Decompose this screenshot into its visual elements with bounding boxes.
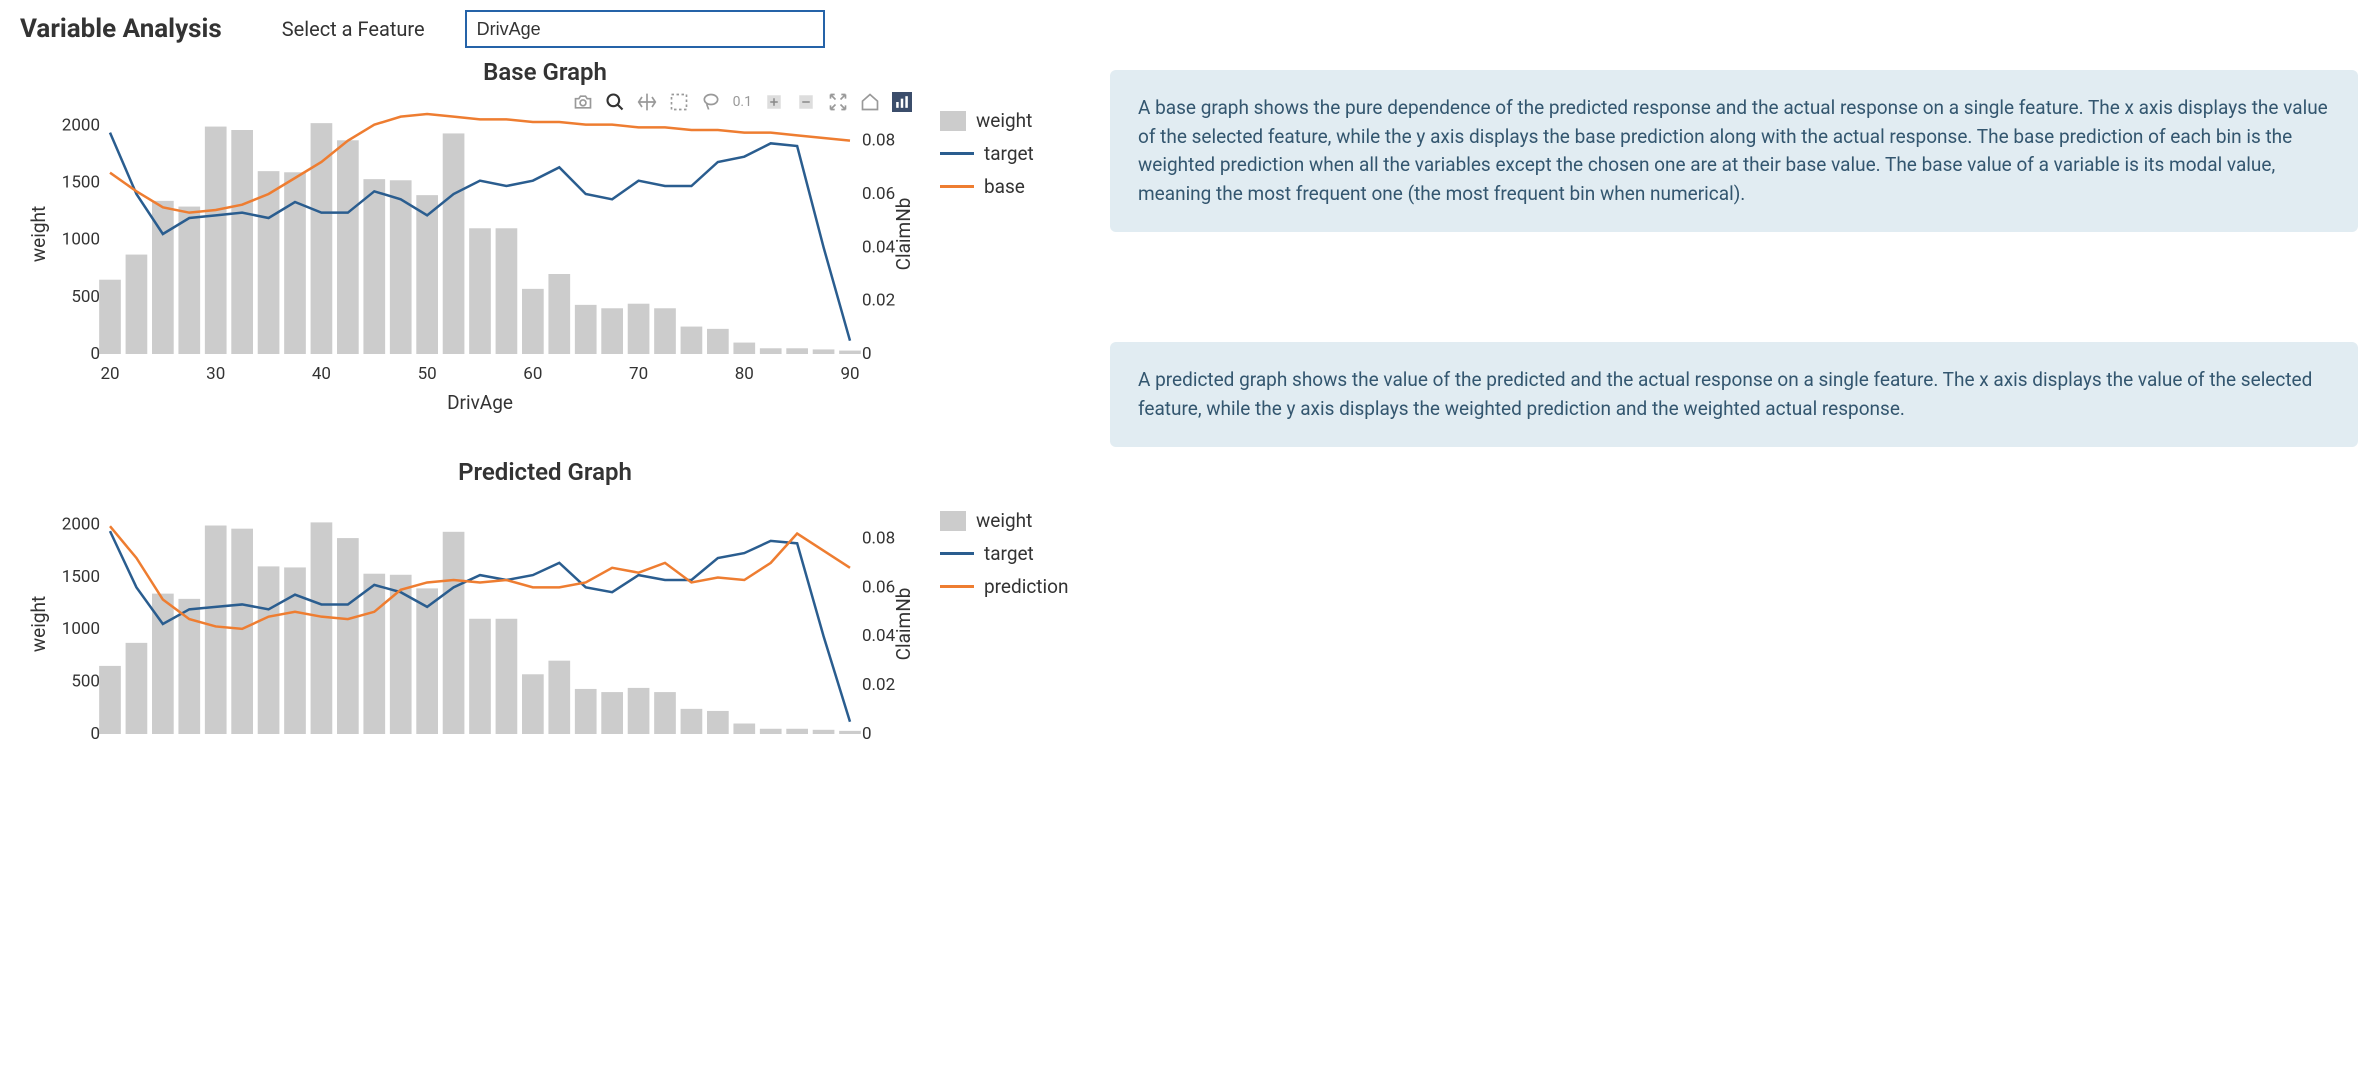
svg-text:weight: weight (27, 596, 50, 652)
legend-item[interactable]: base (940, 175, 1034, 198)
svg-text:weight: weight (27, 206, 50, 262)
svg-text:0: 0 (862, 344, 872, 364)
svg-text:DrivAge: DrivAge (447, 391, 513, 414)
svg-text:0: 0 (90, 724, 100, 744)
svg-text:1500: 1500 (62, 173, 100, 193)
lasso-icon[interactable] (701, 92, 721, 112)
legend-label: weight (976, 109, 1032, 132)
svg-text:60: 60 (523, 364, 542, 384)
zoom-icon[interactable] (605, 92, 625, 112)
svg-text:1500: 1500 (62, 567, 100, 587)
base-chart-svg[interactable]: 0 500 1000 1500 2000 0 0.02 0.04 0.06 0.08 20 30 40 5… (20, 94, 920, 424)
predicted-chart-title: Predicted Graph (20, 458, 1070, 486)
svg-text:500: 500 (71, 287, 100, 307)
svg-text:500: 500 (71, 672, 100, 692)
svg-text:0.06: 0.06 (862, 184, 895, 204)
svg-text:1000: 1000 (62, 230, 100, 250)
svg-text:40: 40 (312, 364, 331, 384)
home-icon[interactable] (860, 92, 880, 112)
legend-item[interactable]: weight (940, 509, 1068, 532)
zoom-out-icon[interactable] (796, 92, 816, 112)
svg-text:ClaimNb: ClaimNb (892, 588, 915, 661)
predicted-chart-svg[interactable]: 0 500 1000 1500 2000 0 0.02 0.04 0.06 0.08 weight C… (20, 494, 920, 744)
svg-text:0: 0 (862, 724, 872, 744)
legend-label: target (984, 142, 1034, 165)
svg-text:0: 0 (90, 344, 100, 364)
svg-text:80: 80 (735, 364, 754, 384)
select-box-icon[interactable] (669, 92, 689, 112)
zoom-in-icon[interactable] (764, 92, 784, 112)
scale-label: 0.1 (733, 94, 752, 110)
feature-dropdown[interactable] (465, 10, 825, 48)
camera-icon[interactable] (573, 92, 593, 112)
page-title: Variable Analysis (20, 14, 222, 44)
svg-text:ClaimNb: ClaimNb (892, 198, 915, 271)
svg-text:20: 20 (100, 364, 119, 384)
legend-swatch (940, 511, 966, 531)
autoscale-icon[interactable] (828, 92, 848, 112)
svg-text:0.08: 0.08 (862, 528, 895, 548)
predicted-info-box: A predicted graph shows the value of the… (1110, 342, 2358, 447)
svg-text:70: 70 (629, 364, 648, 384)
legend-item[interactable]: weight (940, 109, 1034, 132)
legend-swatch (940, 152, 974, 155)
svg-text:1000: 1000 (62, 619, 100, 639)
svg-text:2000: 2000 (62, 115, 100, 135)
legend-label: base (984, 175, 1025, 198)
svg-text:0.08: 0.08 (862, 131, 895, 151)
chart-toolbar: 0.1 (573, 92, 912, 112)
base-info-box: A base graph shows the pure dependence o… (1110, 70, 2358, 232)
legend-swatch (940, 111, 966, 131)
legend-item[interactable]: target (940, 142, 1034, 165)
legend-swatch (940, 185, 974, 188)
svg-text:30: 30 (206, 364, 225, 384)
legend-item[interactable]: target (940, 542, 1068, 565)
legend-label: target (984, 542, 1034, 565)
svg-text:90: 90 (840, 364, 859, 384)
svg-text:0.02: 0.02 (862, 291, 895, 311)
legend-label: prediction (984, 575, 1068, 598)
legend-swatch (940, 552, 974, 555)
svg-text:2000: 2000 (62, 514, 100, 534)
predicted-chart-block: Predicted Graph 0 500 1000 1500 2000 0 0.02 0.0… (20, 458, 1070, 748)
svg-text:50: 50 (418, 364, 437, 384)
plotly-logo-icon[interactable] (892, 92, 912, 112)
legend-item[interactable]: prediction (940, 575, 1068, 598)
feature-label: Select a Feature (282, 17, 425, 41)
pan-icon[interactable] (637, 92, 657, 112)
legend-swatch (940, 585, 974, 588)
base-chart-legend: weight target base (920, 94, 1034, 428)
feature-selector: Select a Feature (282, 10, 825, 48)
legend-label: weight (976, 509, 1032, 532)
svg-text:0.06: 0.06 (862, 577, 895, 597)
svg-text:0.02: 0.02 (862, 675, 895, 695)
base-chart-title: Base Graph (20, 58, 1070, 86)
svg-text:0.04: 0.04 (862, 237, 896, 257)
svg-text:0.04: 0.04 (862, 626, 896, 646)
base-chart-block: Base Graph (20, 58, 1070, 428)
header-row: Variable Analysis Select a Feature (20, 10, 1070, 48)
predicted-chart-legend: weight target prediction (920, 494, 1068, 748)
